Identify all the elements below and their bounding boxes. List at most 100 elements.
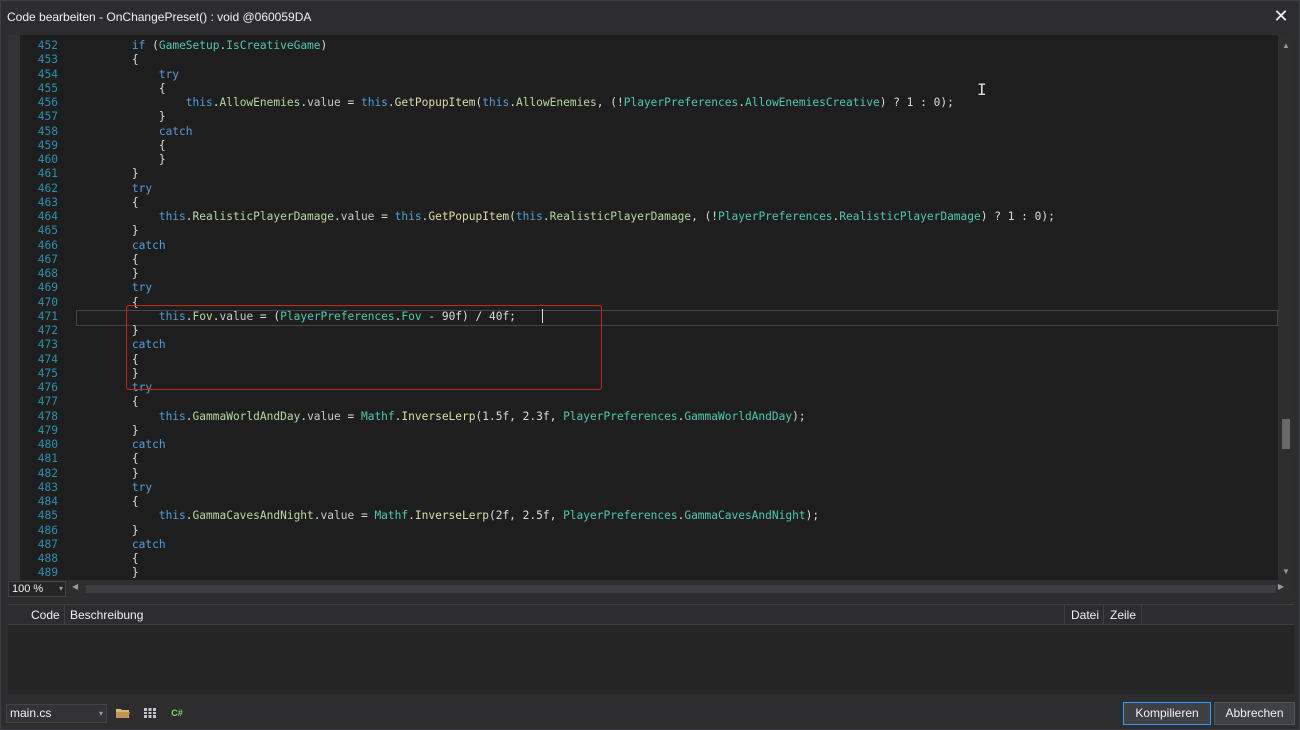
code-text[interactable]: catch [78, 438, 166, 452]
error-list-header: Code Beschreibung Datei Zeile [8, 605, 1294, 625]
column-header-code[interactable]: Code [31, 608, 60, 622]
code-line[interactable]: 453 { [8, 53, 1278, 67]
code-text[interactable]: } [78, 224, 139, 238]
code-line[interactable]: 459 { [8, 139, 1278, 153]
horizontal-scrollbar[interactable]: ◀ ▶ [68, 581, 1294, 597]
chevron-down-icon: ▾ [98, 709, 103, 718]
code-line[interactable]: 458 catch [8, 125, 1278, 139]
code-line[interactable]: 479 } [8, 424, 1278, 438]
code-text[interactable]: this.RealisticPlayerDamage.value = this.… [78, 210, 1055, 224]
line-number: 460 [37, 153, 58, 166]
line-number: 471 [37, 309, 58, 323]
code-text[interactable]: } [78, 424, 139, 438]
code-text[interactable]: { [78, 82, 166, 96]
code-text[interactable]: catch [78, 239, 166, 253]
open-folder-icon[interactable] [115, 705, 131, 721]
code-text[interactable]: } [78, 524, 139, 538]
line-number: 489 [37, 566, 58, 580]
code-text[interactable]: { [78, 196, 139, 210]
column-header-line[interactable]: Zeile [1110, 608, 1136, 622]
vertical-scrollbar[interactable]: ▲ ▼ [1278, 35, 1294, 580]
text-caret [542, 309, 543, 323]
code-line[interactable]: 486 } [8, 524, 1278, 538]
code-text[interactable]: } [78, 153, 166, 167]
line-number: 488 [37, 552, 58, 565]
column-divider [64, 605, 65, 625]
code-text[interactable]: try [78, 68, 179, 82]
code-text[interactable]: { [78, 53, 139, 67]
code-text[interactable]: try [78, 481, 152, 495]
code-line[interactable]: 477 { [8, 395, 1278, 409]
code-text[interactable]: this.GammaCavesAndNight.value = Mathf.In… [78, 509, 819, 523]
code-text[interactable]: { [78, 495, 139, 509]
editor-status-row: 100 % ▾ ◀ ▶ [8, 580, 1294, 598]
code-line[interactable]: 484 { [8, 495, 1278, 509]
code-line[interactable]: 487 catch [8, 538, 1278, 552]
close-button[interactable]: ✕ [1269, 5, 1293, 29]
file-dropdown[interactable]: main.cs ▾ [6, 704, 107, 723]
horizontal-scroll-thumb[interactable] [86, 585, 1276, 593]
column-header-description[interactable]: Beschreibung [70, 608, 143, 622]
line-number: 461 [37, 167, 58, 181]
code-text[interactable]: this.AllowEnemies.value = this.GetPopupI… [78, 96, 954, 110]
code-line[interactable]: 460 } [8, 153, 1278, 167]
code-text[interactable]: try [78, 182, 152, 196]
zoom-dropdown[interactable]: 100 % ▾ [8, 581, 66, 597]
code-text[interactable]: } [78, 566, 139, 580]
code-text[interactable]: } [78, 110, 166, 124]
line-number: 473 [37, 338, 58, 352]
code-text[interactable]: } [78, 467, 139, 481]
line-number: 476 [37, 381, 58, 394]
code-line[interactable]: 466 catch [8, 239, 1278, 253]
code-line[interactable]: 465 } [8, 224, 1278, 238]
code-line[interactable]: 467 { [8, 253, 1278, 267]
code-text[interactable]: this.GammaWorldAndDay.value = Mathf.Inve… [78, 410, 806, 424]
code-text[interactable]: try [78, 281, 152, 295]
code-text[interactable]: catch [78, 125, 193, 139]
scroll-left-icon[interactable]: ◀ [72, 582, 78, 591]
ibeam-cursor-icon: I [977, 80, 987, 99]
code-line[interactable]: 464 this.RealisticPlayerDamage.value = t… [8, 210, 1278, 224]
code-line[interactable]: 488 { [8, 552, 1278, 566]
code-line[interactable]: 454 try [8, 68, 1278, 82]
code-text[interactable]: } [78, 167, 139, 181]
column-divider [1064, 605, 1065, 625]
column-header-file[interactable]: Datei [1071, 608, 1099, 622]
code-line[interactable]: 482 } [8, 467, 1278, 481]
code-line[interactable]: 461 } [8, 167, 1278, 181]
vertical-scroll-thumb[interactable] [1282, 419, 1290, 449]
code-text[interactable]: } [78, 267, 139, 281]
code-line[interactable]: 469 try [8, 281, 1278, 295]
code-text[interactable]: { [78, 452, 139, 466]
code-line[interactable]: 457 } [8, 110, 1278, 124]
code-line[interactable]: 462 try [8, 182, 1278, 196]
code-line[interactable]: 452 if (GameSetup.IsCreativeGame) [8, 39, 1278, 53]
code-text[interactable]: { [78, 552, 139, 566]
code-line[interactable]: 456 this.AllowEnemies.value = this.GetPo… [8, 96, 1278, 110]
compile-button[interactable]: Kompilieren [1123, 702, 1211, 725]
code-text[interactable]: { [78, 395, 139, 409]
code-line[interactable]: 483 try [8, 481, 1278, 495]
code-line[interactable]: 481 { [8, 452, 1278, 466]
code-line[interactable]: 489 } [8, 566, 1278, 580]
scroll-down-icon[interactable]: ▼ [1282, 567, 1290, 576]
cancel-button[interactable]: Abbrechen [1214, 702, 1295, 725]
column-divider [1141, 605, 1142, 625]
references-icon[interactable] [142, 705, 158, 721]
code-line[interactable]: 480 catch [8, 438, 1278, 452]
error-list-panel: Code Beschreibung Datei Zeile [8, 604, 1294, 694]
scroll-right-icon[interactable]: ▶ [1278, 582, 1284, 591]
code-text[interactable]: { [78, 253, 139, 267]
code-line[interactable]: 468 } [8, 267, 1278, 281]
code-text[interactable]: { [78, 139, 166, 153]
code-line[interactable]: 478 this.GammaWorldAndDay.value = Mathf.… [8, 410, 1278, 424]
code-text[interactable]: if (GameSetup.IsCreativeGame) [78, 39, 327, 53]
code-text[interactable]: catch [78, 538, 166, 552]
csharp-icon[interactable]: C# [169, 705, 185, 721]
scroll-up-icon[interactable]: ▲ [1282, 41, 1290, 50]
code-line[interactable]: 485 this.GammaCavesAndNight.value = Math… [8, 509, 1278, 523]
code-line[interactable]: 455 { [8, 82, 1278, 96]
code-line[interactable]: 463 { [8, 196, 1278, 210]
line-number: 478 [37, 409, 58, 423]
code-editor[interactable]: 452 if (GameSetup.IsCreativeGame) 453 {45… [8, 35, 1294, 580]
